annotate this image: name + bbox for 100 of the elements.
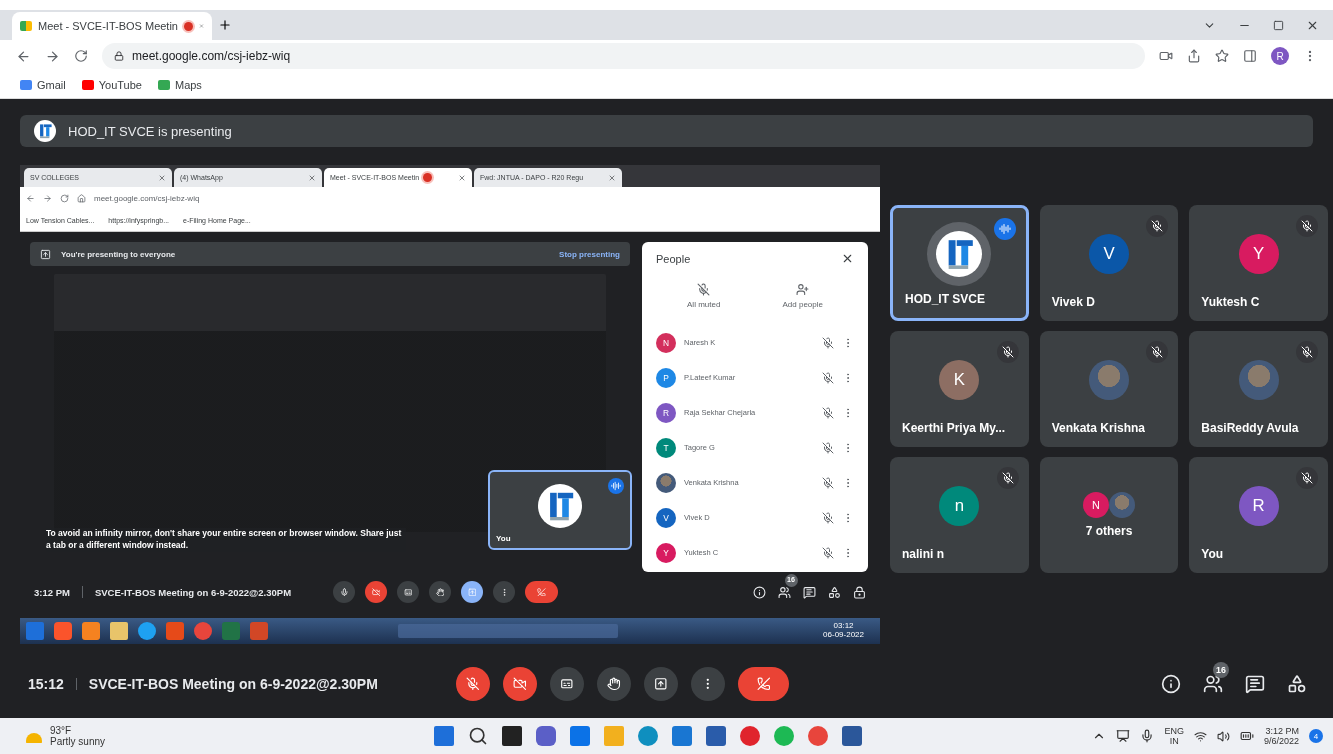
reload-icon[interactable] xyxy=(74,49,88,63)
add-people-button[interactable]: Add people xyxy=(782,283,823,309)
leave-call-button[interactable] xyxy=(525,581,559,603)
avatar-logo xyxy=(936,231,983,277)
present-button[interactable] xyxy=(461,581,484,603)
present-screen-icon xyxy=(40,248,51,260)
panel-title: People xyxy=(656,252,691,265)
avatar: R xyxy=(1238,486,1279,526)
camera-button[interactable] xyxy=(502,667,537,701)
mic-off-icon xyxy=(822,441,834,454)
people-icon xyxy=(1203,674,1223,694)
close-icon xyxy=(308,173,316,182)
volume-icon[interactable] xyxy=(1216,729,1230,743)
meeting-title: SVCE-IT-BOS Meeting on 6-9-2022@2.30PM xyxy=(94,586,292,598)
participant-name: Yuktesh C xyxy=(1201,295,1260,309)
info-button[interactable] xyxy=(753,585,766,599)
present-button[interactable] xyxy=(643,667,678,701)
mic-off-icon xyxy=(697,283,711,296)
avatar: Y xyxy=(656,542,676,563)
app-icon xyxy=(138,622,156,640)
wifi-icon[interactable] xyxy=(1193,729,1207,743)
info-icon xyxy=(753,585,766,599)
mic-off-icon xyxy=(822,406,834,419)
meet-logo-icon xyxy=(20,21,32,31)
app-icon[interactable] xyxy=(808,726,828,746)
people-button[interactable] xyxy=(1203,674,1223,694)
people-button[interactable] xyxy=(778,585,791,599)
app-icon[interactable] xyxy=(740,726,760,746)
presentation-icon[interactable] xyxy=(1116,729,1131,743)
new-tab-icon[interactable] xyxy=(218,18,232,32)
microphone-button[interactable] xyxy=(333,581,356,603)
captions-icon xyxy=(560,677,574,691)
avatar-logo xyxy=(538,484,582,528)
captions-button[interactable] xyxy=(397,581,420,603)
app-icon xyxy=(194,622,212,640)
app-icon xyxy=(26,622,44,640)
lock-button[interactable] xyxy=(853,585,866,599)
app-icon xyxy=(222,622,240,640)
camera-button[interactable] xyxy=(365,581,388,603)
share-icon[interactable] xyxy=(1187,49,1201,63)
bookmark-link[interactable]: YouTube xyxy=(81,79,142,91)
chat-button[interactable] xyxy=(803,585,816,599)
mute-all-button[interactable]: All muted xyxy=(687,283,721,309)
mic-off-icon xyxy=(822,476,834,489)
address-bar[interactable]: meet.google.com/csj-iebz-wiq xyxy=(102,43,1145,69)
forward-icon[interactable] xyxy=(45,48,60,64)
mic-off-icon xyxy=(822,336,834,349)
bookmark-icon xyxy=(157,80,170,90)
close-icon[interactable] xyxy=(1306,19,1319,32)
present-screen-icon xyxy=(467,587,477,597)
battery-icon[interactable] xyxy=(1239,729,1254,743)
hang-up-icon xyxy=(537,587,546,597)
avatar: V xyxy=(1089,234,1129,274)
raise-hand-button[interactable] xyxy=(596,667,631,701)
camera-off-icon xyxy=(371,587,381,597)
bookmark-link[interactable]: Maps xyxy=(157,79,202,91)
tab-title: Meet - SVCE-IT-BOS Meetin xyxy=(38,20,178,32)
side-panel-icon[interactable] xyxy=(1243,49,1257,63)
profile-avatar[interactable]: R xyxy=(1271,47,1289,65)
stop-presenting-link[interactable]: Stop presenting xyxy=(559,249,620,259)
chat-button[interactable] xyxy=(1245,674,1265,694)
presenting-text: HOD_IT SVCE is presenting xyxy=(68,123,232,139)
clock-text: 03:12 xyxy=(833,622,854,631)
microphone-button[interactable] xyxy=(455,667,490,701)
avatar: n xyxy=(939,486,980,526)
mic-off-icon xyxy=(822,546,834,559)
photo-placeholder xyxy=(1109,492,1135,518)
notification-badge[interactable]: 4 xyxy=(1309,729,1323,743)
forward-icon xyxy=(43,193,52,203)
app-icon[interactable] xyxy=(638,726,658,746)
bookmark-star-icon[interactable] xyxy=(1215,49,1229,63)
participant-name: Vivek D xyxy=(1051,295,1095,309)
leave-call-button[interactable] xyxy=(737,667,789,701)
avatar: P xyxy=(656,367,676,388)
search-icon[interactable] xyxy=(468,726,488,746)
camera-icon[interactable] xyxy=(1159,49,1173,63)
participant-name: You xyxy=(496,534,511,543)
browser-tab[interactable]: Meet - SVCE-IT-BOS Meetin xyxy=(12,12,212,40)
maximize-icon[interactable] xyxy=(1273,20,1284,31)
close-icon xyxy=(841,252,854,265)
back-icon[interactable] xyxy=(16,48,31,64)
weather-text: Partly sunny xyxy=(50,736,106,747)
activities-button[interactable] xyxy=(1287,674,1307,694)
avatar: N xyxy=(1083,492,1109,518)
activities-button[interactable] xyxy=(828,585,841,599)
add-person-icon xyxy=(796,283,810,296)
avatar: T xyxy=(656,437,676,458)
microphone-icon[interactable] xyxy=(1140,729,1155,743)
hang-up-icon xyxy=(756,677,771,691)
bookmark-link[interactable]: Gmail xyxy=(20,79,66,91)
app-icon[interactable] xyxy=(536,726,556,746)
info-button[interactable] xyxy=(1161,674,1181,694)
presenting-text: You're presenting to everyone xyxy=(61,249,176,259)
raise-hand-button[interactable] xyxy=(429,581,452,603)
avatar: K xyxy=(939,360,980,400)
reload-icon xyxy=(60,193,69,203)
captions-button[interactable] xyxy=(549,667,584,701)
participant-count-badge: 16 xyxy=(1213,662,1229,678)
temperature: 93°F xyxy=(50,725,73,736)
meeting-title: SVCE-IT-BOS Meeting on 6-9-2022@2.30PM xyxy=(88,676,378,692)
